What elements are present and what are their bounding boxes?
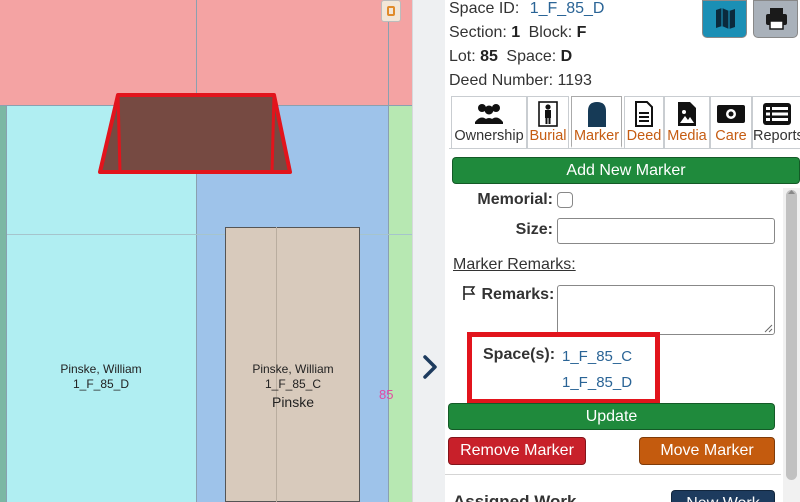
tab-label: Care [715,128,747,144]
tab-reports[interactable]: Reports [752,96,800,148]
resize-handle-icon[interactable] [764,324,773,333]
space-id-row: Space ID: 1_F_85_D [449,0,604,18]
section-block-row: Section: 1 Block: F [449,24,586,42]
map-button[interactable] [702,0,747,38]
new-work-button[interactable]: New Work [671,490,775,502]
remove-marker-button[interactable]: Remove Marker [448,437,586,465]
space-link[interactable]: 1_F_85_D [562,374,632,391]
users-icon [452,101,526,127]
tab-label: Ownership [454,128,524,144]
spaces-highlight-box [467,332,660,404]
block-value: F [576,24,587,41]
plot-space-id: 1_F_85_D [72,377,130,391]
image-file-icon [665,101,709,127]
tabs-divider [449,148,800,149]
form-scrollbar-thumb[interactable] [786,190,797,480]
lot-label: Lot: [449,48,476,65]
move-marker-button[interactable]: Move Marker [639,437,775,465]
list-icon [753,101,800,127]
money-icon [711,101,751,127]
tab-label: Media [667,128,707,144]
memorial-label: Memorial: [477,191,553,208]
flag-icon [463,286,476,300]
plot-label: Pinske, William 1_F_85_C Pinske [222,362,364,410]
space-id-link[interactable]: 1_F_85_D [530,0,605,17]
detail-tabs: Ownership Burial Marker Deed Media Care … [449,96,800,148]
print-button[interactable] [753,0,798,38]
tab-media[interactable]: Media [664,96,710,148]
panel-collapse-toggle[interactable] [412,0,445,502]
headstone-icon [572,101,621,127]
space-id-label: Space ID: [449,0,520,17]
plot-owner-name: Pinske, William [252,362,334,376]
tab-label: Burial [529,128,567,144]
tab-label: Reports [753,128,800,144]
tab-marker[interactable]: Marker [571,96,622,148]
space-detail-panel: Space ID: 1_F_85_D Section: 1 Block: F L… [445,0,800,502]
block-label: Block: [528,24,573,41]
size-input[interactable] [557,218,775,244]
tab-deed[interactable]: Deed [624,96,664,148]
assigned-work-heading: Assigned Work [453,492,577,502]
add-new-marker-button[interactable]: Add New Marker [452,157,800,184]
scroll-up-arrow-icon[interactable] [783,188,800,196]
tab-ownership[interactable]: Ownership [451,96,527,148]
section-label: Section: [449,24,507,41]
tab-burial[interactable]: Burial [527,96,569,148]
printer-icon [766,8,787,30]
plot-space-id: 1_F_85_C [264,377,322,391]
remarks-textarea[interactable] [557,285,775,335]
document-icon [625,101,663,127]
chevron-right-icon[interactable] [421,354,439,380]
space-label: Space: [506,48,557,65]
tab-label: Marker [573,128,620,144]
location-marker-icon[interactable] [381,0,401,22]
spaces-label: Space(s): [483,346,556,363]
headstone-inscription: Pinske [271,394,315,410]
marker-remarks-heading: Marker Remarks: [453,256,576,273]
space-value: D [560,48,573,65]
section-value: 1 [511,24,521,41]
plot-label: Pinske, William 1_F_85_D [30,362,172,392]
memorial-checkbox[interactable] [557,192,573,208]
plot-owner-name: Pinske, William [60,362,142,376]
cemetery-map[interactable]: Pinske, William 1_F_85_D Pinske, William… [0,0,412,502]
section-divider [445,474,781,475]
lot-space-row: Lot: 85 Space: D [449,48,572,66]
tab-care[interactable]: Care [710,96,752,148]
deed-number-label: Deed Number: [449,72,554,89]
lot-number-label: 85 [379,387,394,402]
update-button[interactable]: Update [448,403,775,430]
deed-number-row: Deed Number: 1193 [449,72,592,90]
remarks-label: Remarks: [481,286,555,303]
remarks-label-row: Remarks: [462,285,554,304]
space-link[interactable]: 1_F_85_C [562,348,632,365]
marker-polygon[interactable] [0,0,412,502]
deed-number-value: 1193 [557,72,592,89]
person-icon [528,101,568,127]
lot-value: 85 [480,48,498,65]
size-label: Size: [515,221,553,238]
tab-label: Deed [626,128,662,144]
map-icon [716,8,735,29]
